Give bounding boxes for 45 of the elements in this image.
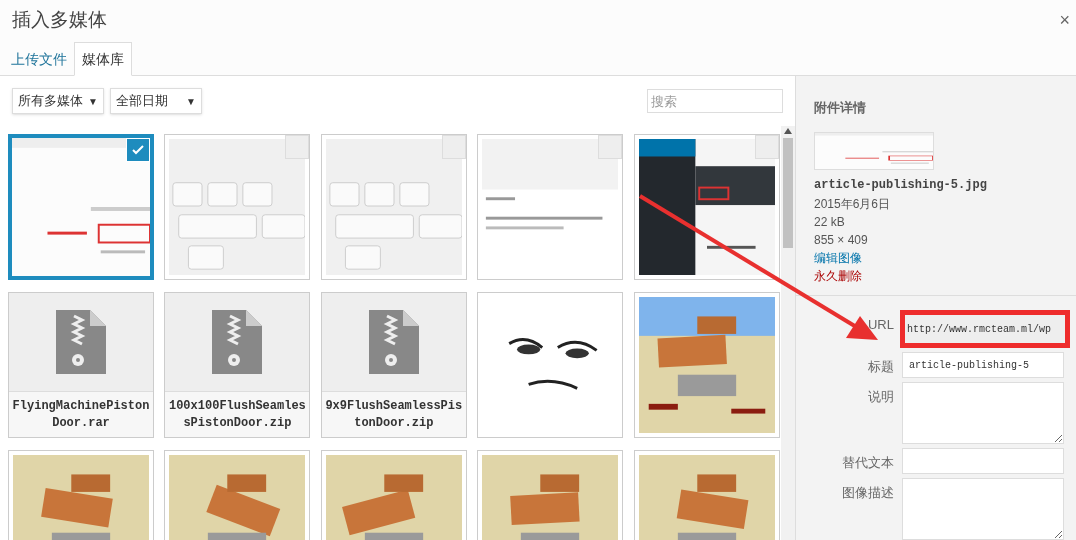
- text-field[interactable]: [902, 448, 1064, 474]
- text-area[interactable]: [902, 382, 1064, 444]
- scrollbar[interactable]: [781, 126, 795, 540]
- edit-image-link[interactable]: 编辑图像: [814, 249, 1068, 267]
- upload-date: 2015年6月6日: [814, 196, 892, 213]
- close-button[interactable]: ×: [1057, 6, 1072, 34]
- file-size: 22 kB: [814, 214, 846, 231]
- scroll-up-icon[interactable]: [784, 128, 792, 134]
- file-name: 100x100FlushSeamlessPistonDoor.zip: [168, 397, 307, 432]
- tab[interactable]: 媒体库: [74, 42, 132, 76]
- tab[interactable]: 上传文件: [4, 42, 74, 76]
- delete-link[interactable]: 永久删除: [814, 267, 1068, 285]
- select-value: 所有多媒体: [18, 92, 83, 111]
- zip-file-icon: [212, 310, 263, 374]
- search-field[interactable]: 搜索: [647, 89, 783, 113]
- field-label: URL: [867, 316, 894, 334]
- select-value: 全部日期: [116, 92, 168, 111]
- select-checkbox[interactable]: [441, 135, 466, 159]
- file-name: FlyingMachinePistonDoor.rar: [12, 397, 150, 432]
- zip-file-icon: [368, 310, 419, 374]
- filter-select[interactable]: 所有多媒体 ▼: [12, 88, 104, 114]
- file-name: article-publishing-5.jpg: [814, 177, 988, 194]
- details-heading: 附件详情: [814, 99, 867, 117]
- select-checkbox[interactable]: [754, 135, 779, 159]
- field-label: 图像描述: [841, 484, 894, 502]
- field-label: 说明: [867, 388, 894, 406]
- select-checkbox[interactable]: [598, 135, 623, 159]
- caret-icon: ▼: [186, 93, 196, 109]
- check-icon: [131, 143, 145, 157]
- field-label: 标题: [867, 358, 894, 376]
- caret-icon: ▼: [88, 93, 98, 109]
- text-field[interactable]: article-publishing-5: [902, 352, 1064, 378]
- text-field[interactable]: http://www.rmcteam.ml/wp: [900, 310, 1070, 348]
- text-area[interactable]: [902, 478, 1064, 540]
- zip-file-icon: [56, 310, 106, 374]
- window-title: 插入多媒体: [12, 7, 107, 32]
- image-dimensions: 855 × 409: [814, 232, 869, 249]
- file-tile[interactable]: 100x100FlushSeamlessPistonDoor.zip: [164, 292, 311, 438]
- select-checkbox[interactable]: [285, 135, 310, 159]
- file-tile[interactable]: 9x9FlushSeamlessPistonDoor.zip: [320, 292, 467, 438]
- scrollbar-thumb[interactable]: [783, 138, 793, 248]
- filter-select[interactable]: 全部日期 ▼: [110, 88, 202, 114]
- file-name: 9x9FlushSeamlessPistonDoor.zip: [324, 397, 463, 432]
- file-tile[interactable]: FlyingMachinePistonDoor.rar: [8, 292, 154, 438]
- field-label: 替代文本: [841, 454, 894, 472]
